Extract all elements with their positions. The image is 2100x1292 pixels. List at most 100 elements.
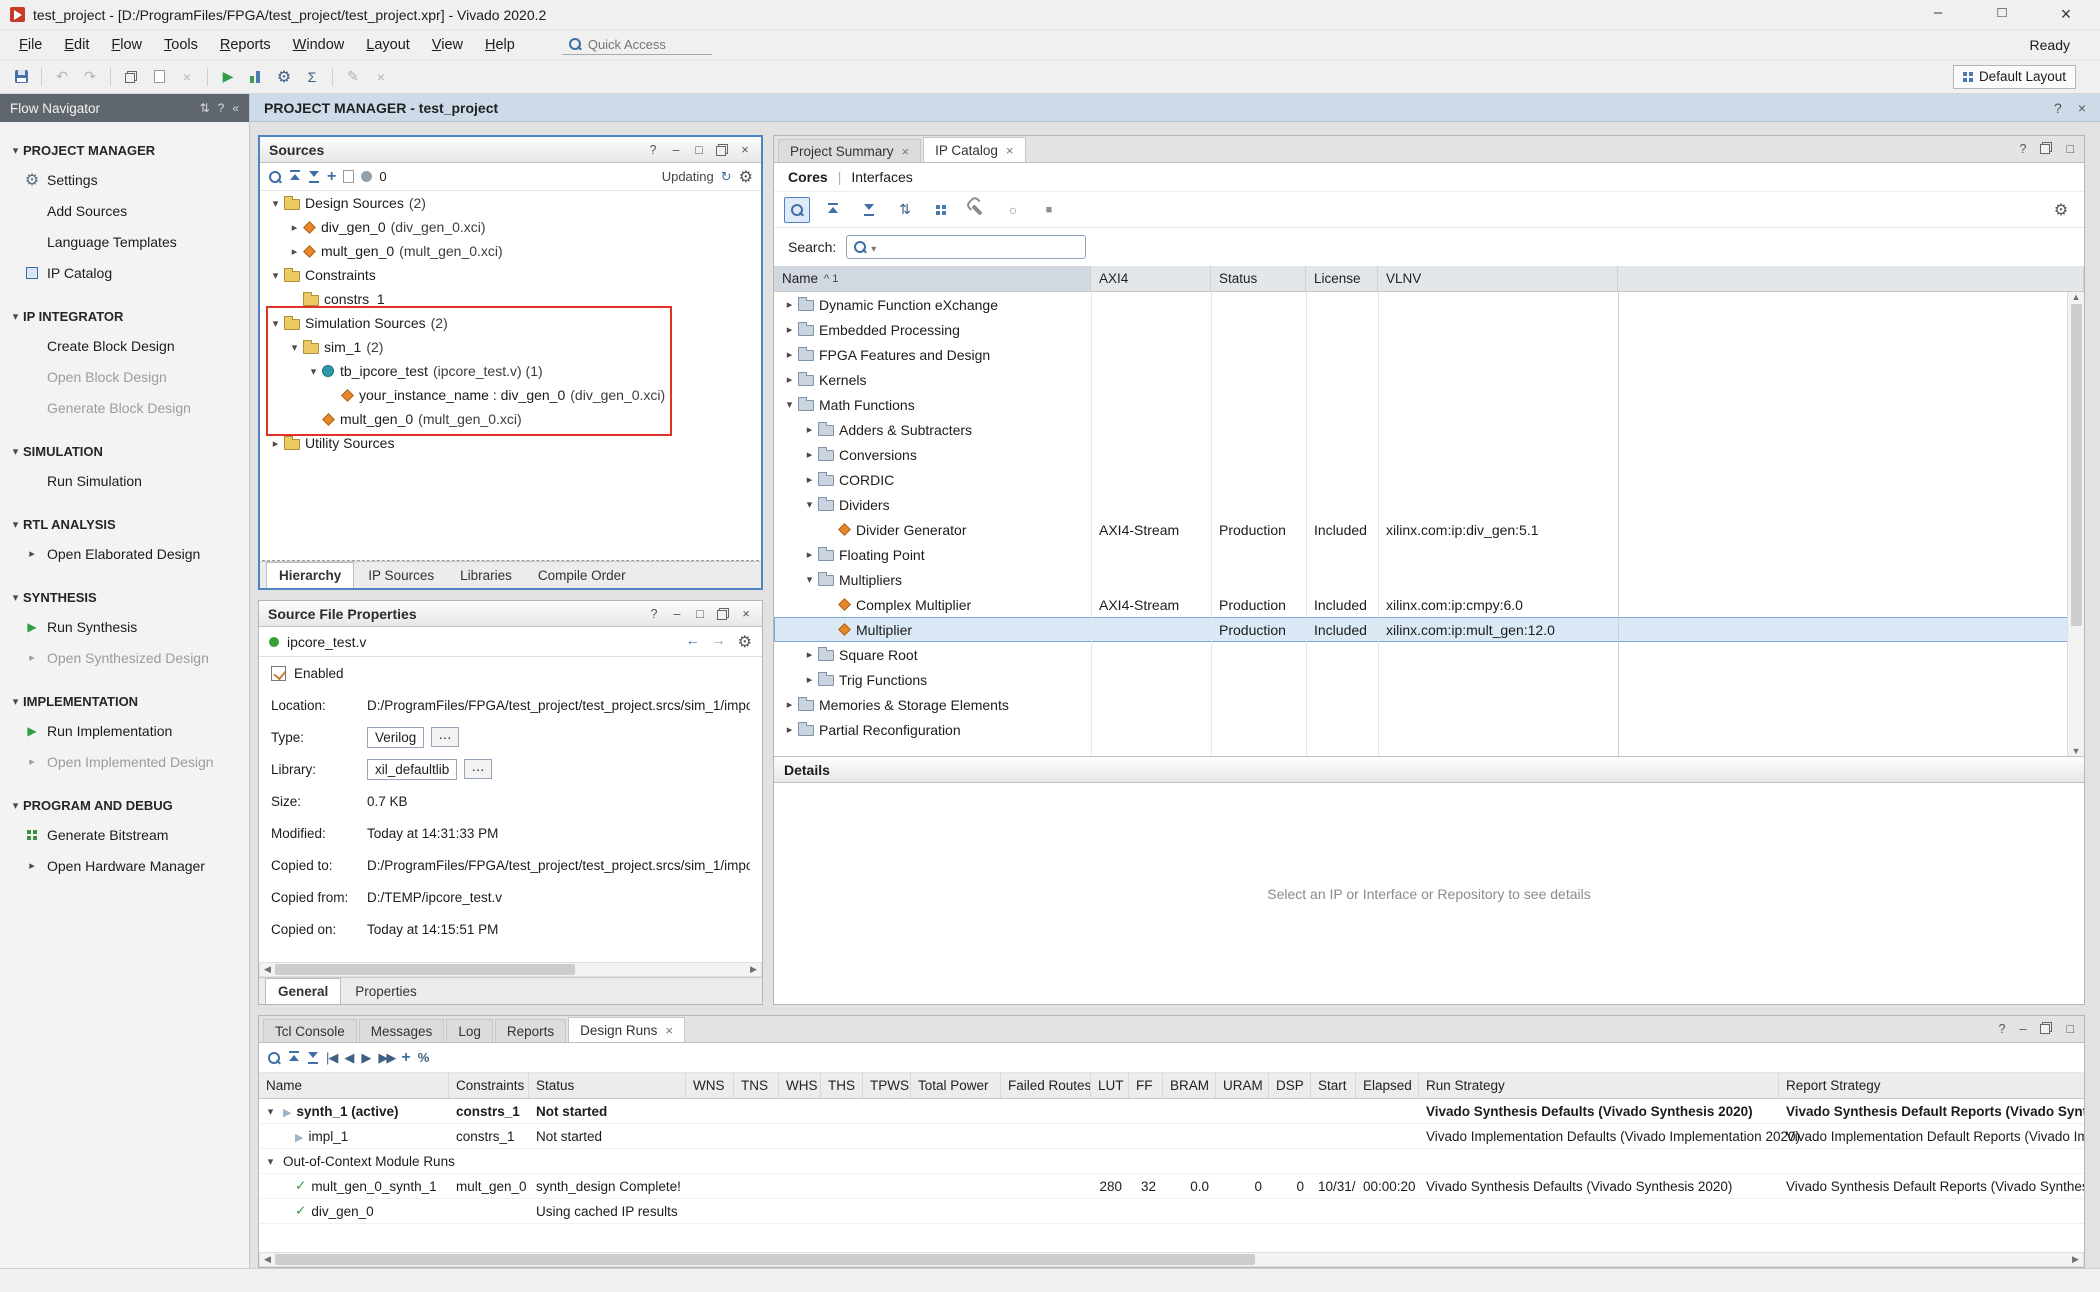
- col-elapsed[interactable]: Elapsed: [1356, 1073, 1419, 1098]
- col-lut[interactable]: LUT: [1091, 1073, 1129, 1098]
- col-report-strategy[interactable]: Report Strategy: [1779, 1073, 2085, 1098]
- float-icon[interactable]: [2040, 142, 2052, 157]
- tab-design-runs[interactable]: Design Runs: [568, 1017, 685, 1042]
- horizontal-scrollbar[interactable]: ◀ ▶: [259, 1252, 2084, 1267]
- menu-reports[interactable]: Reports: [209, 33, 282, 57]
- scrollbar-thumb[interactable]: [275, 1254, 1255, 1265]
- create-run-icon[interactable]: [401, 1049, 410, 1067]
- tab-messages[interactable]: Messages: [359, 1019, 445, 1042]
- menu-view[interactable]: View: [421, 33, 474, 57]
- ip-row-kernels[interactable]: Kernels: [774, 367, 2084, 392]
- group-view-icon[interactable]: [928, 197, 954, 223]
- chevron-down-icon[interactable]: [268, 269, 283, 282]
- scroll-right-arrow[interactable]: ▶: [746, 964, 761, 975]
- ip-status-icon[interactable]: [1000, 197, 1026, 223]
- help-icon[interactable]: [2054, 100, 2062, 116]
- flownav-item-open-block-design[interactable]: Open Block Design: [0, 361, 249, 392]
- percentage-icon[interactable]: [418, 1050, 430, 1065]
- col-ff[interactable]: FF: [1129, 1073, 1163, 1098]
- tab-ip-catalog[interactable]: IP Catalog: [923, 137, 1025, 162]
- ip-row-math-functions[interactable]: Math Functions: [774, 392, 2084, 417]
- chevron-down-icon[interactable]: [871, 239, 876, 255]
- chevron-right-icon[interactable]: [802, 448, 817, 461]
- window-maximize-button[interactable]: [1992, 4, 2012, 25]
- customize-wrench-icon[interactable]: [964, 197, 990, 223]
- sfp-panel-title[interactable]: Source File Properties: [259, 601, 762, 627]
- ip-row-adders-subtracters[interactable]: Adders & Subtracters: [774, 417, 2084, 442]
- col-start[interactable]: Start: [1311, 1073, 1356, 1098]
- flownav-item-run-synthesis[interactable]: Run Synthesis: [0, 611, 249, 642]
- float-icon[interactable]: [2040, 1022, 2052, 1037]
- tab-libraries[interactable]: Libraries: [448, 562, 524, 588]
- flownav-item-ip-catalog[interactable]: IP Catalog: [0, 257, 249, 288]
- collapse-all-icon[interactable]: [288, 1051, 300, 1064]
- scrollbar-thumb[interactable]: [275, 964, 575, 975]
- chevron-right-icon[interactable]: [782, 698, 797, 711]
- refresh-icon[interactable]: [721, 169, 732, 185]
- chevron-right-icon[interactable]: [287, 245, 302, 258]
- chevron-right-icon[interactable]: [782, 348, 797, 361]
- col-status[interactable]: Status: [529, 1073, 686, 1098]
- scrollbar-thumb[interactable]: [2071, 304, 2082, 626]
- chevron-right-icon[interactable]: [782, 323, 797, 336]
- minimize-icon[interactable]: [670, 607, 684, 621]
- stop-icon[interactable]: [1036, 197, 1062, 223]
- library-input[interactable]: xil_defaultlib: [367, 759, 457, 780]
- gear-icon[interactable]: [739, 167, 753, 187]
- column-header-status[interactable]: Status: [1211, 266, 1306, 291]
- flownav-item-settings[interactable]: Settings: [0, 164, 249, 195]
- col-uram[interactable]: URAM: [1216, 1073, 1269, 1098]
- flownav-section-header[interactable]: IMPLEMENTATION: [0, 687, 249, 715]
- chevron-right-icon[interactable]: [802, 648, 817, 661]
- chevron-down-icon[interactable]: [802, 498, 817, 511]
- forward-icon[interactable]: [712, 632, 726, 652]
- library-browse-button[interactable]: [464, 759, 492, 779]
- column-header-name[interactable]: Name^ 1: [774, 266, 1091, 291]
- subtab-interfaces[interactable]: Interfaces: [851, 169, 912, 185]
- design-runs-icon[interactable]: [243, 64, 269, 90]
- type-browse-button[interactable]: [431, 727, 459, 747]
- ip-row-dynamic-function-exchange[interactable]: Dynamic Function eXchange: [774, 292, 2084, 317]
- ip-search-input[interactable]: [880, 240, 1079, 255]
- tree-row-div-gen-0[interactable]: div_gen_0(div_gen_0.xci): [260, 215, 761, 239]
- ip-row-multiplier[interactable]: MultiplierProductionIncludedxilinx.com:i…: [774, 617, 2084, 642]
- ip-row-memories-storage[interactable]: Memories & Storage Elements: [774, 692, 2084, 717]
- close-icon[interactable]: [738, 143, 752, 157]
- run-icon[interactable]: [215, 64, 241, 90]
- quick-access-input[interactable]: [588, 37, 698, 52]
- subtab-cores[interactable]: Cores: [788, 169, 828, 185]
- settings-gear-icon[interactable]: [2048, 197, 2074, 223]
- chevron-right-icon[interactable]: [268, 437, 283, 450]
- help-icon[interactable]: [218, 101, 225, 115]
- chevron-right-icon[interactable]: [782, 373, 797, 386]
- ip-row-fpga-features[interactable]: FPGA Features and Design: [774, 342, 2084, 367]
- layout-selector[interactable]: Default Layout: [1953, 65, 2076, 89]
- tree-row-constraints[interactable]: Constraints: [260, 263, 761, 287]
- chevron-right-icon[interactable]: [782, 298, 797, 311]
- tab-ip-sources[interactable]: IP Sources: [356, 562, 446, 588]
- scroll-left-arrow[interactable]: ◀: [260, 964, 275, 975]
- copy-icon[interactable]: [118, 64, 144, 90]
- flownav-item-language-templates[interactable]: Language Templates: [0, 226, 249, 257]
- tree-row-constrs-1[interactable]: constrs_1: [260, 287, 761, 311]
- search-icon[interactable]: [268, 170, 282, 184]
- back-icon[interactable]: [686, 632, 700, 652]
- flownav-item-create-block-design[interactable]: Create Block Design: [0, 330, 249, 361]
- tree-row-your-instance-name[interactable]: your_instance_name : div_gen_0(div_gen_0…: [260, 383, 761, 407]
- tab-log[interactable]: Log: [446, 1019, 493, 1042]
- float-icon[interactable]: [715, 143, 729, 157]
- redo-icon[interactable]: [77, 64, 103, 90]
- ip-row-multipliers[interactable]: Multipliers: [774, 567, 2084, 592]
- tree-row-sim-1[interactable]: sim_1(2): [260, 335, 761, 359]
- gear-icon[interactable]: [738, 632, 752, 652]
- flownav-section-header[interactable]: SYNTHESIS: [0, 583, 249, 611]
- column-header-axi4[interactable]: AXI4: [1091, 266, 1211, 291]
- sources-panel-title[interactable]: Sources: [260, 137, 761, 163]
- run-row-ooc-group[interactable]: Out-of-Context Module Runs: [259, 1149, 2084, 1174]
- scroll-up-arrow[interactable]: ▲: [2069, 292, 2084, 302]
- chevron-right-icon[interactable]: [802, 673, 817, 686]
- ip-row-conversions[interactable]: Conversions: [774, 442, 2084, 467]
- ip-row-divider-generator[interactable]: Divider GeneratorAXI4-StreamProductionIn…: [774, 517, 2084, 542]
- tab-tcl-console[interactable]: Tcl Console: [263, 1019, 357, 1042]
- ip-row-dividers[interactable]: Dividers: [774, 492, 2084, 517]
